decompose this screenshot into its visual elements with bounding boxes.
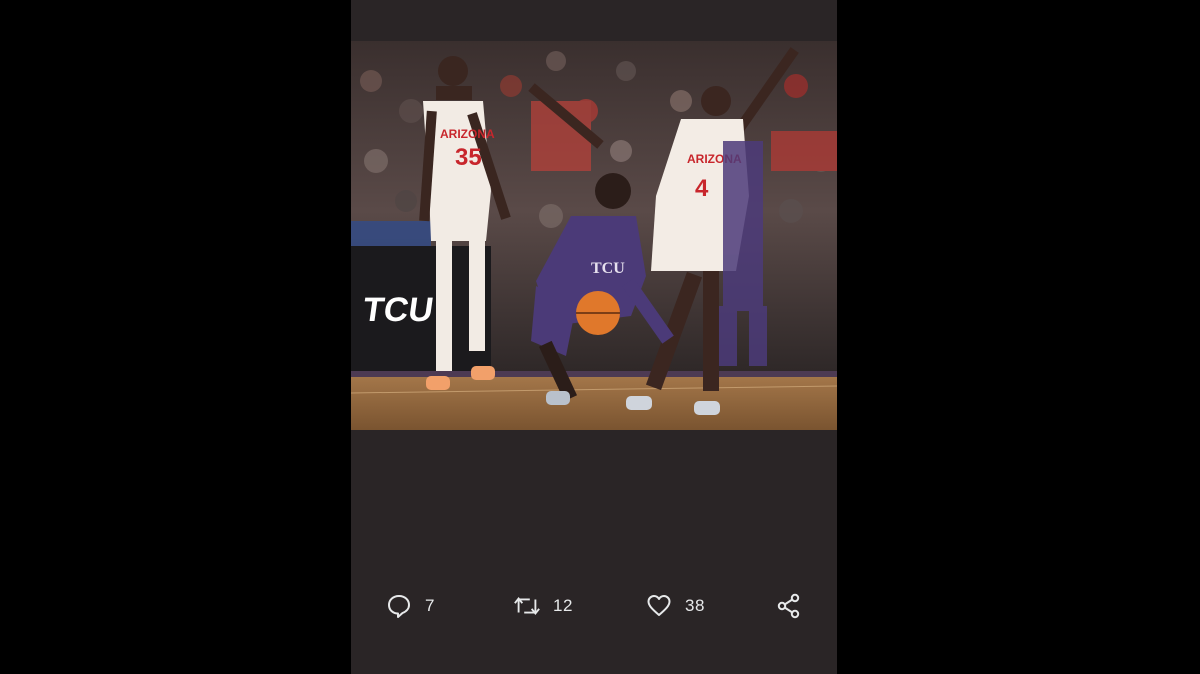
banner-text: TCU (361, 291, 436, 329)
post-action-bar: 7 12 38 (351, 588, 837, 624)
post-photo[interactable]: TCU ARIZONA 35 ARIZONA 4 TCU (351, 41, 837, 430)
reply-icon (385, 592, 413, 620)
retweet-count: 12 (553, 596, 573, 615)
post-viewer: TCU ARIZONA 35 ARIZONA 4 TCU 7 12 38 (351, 0, 837, 674)
share-button[interactable] (775, 588, 803, 624)
heart-icon (645, 592, 673, 620)
reply-count: 7 (425, 596, 435, 615)
like-count: 38 (685, 596, 705, 615)
jersey-35-text: ARIZONA (440, 127, 495, 141)
retweet-button[interactable]: 12 (513, 588, 573, 624)
like-button[interactable]: 38 (645, 588, 705, 624)
share-icon (775, 592, 803, 620)
reply-button[interactable]: 7 (385, 588, 435, 624)
jersey-35-number: 35 (455, 144, 482, 171)
jersey-tcu-text: TCU (591, 260, 625, 277)
jersey-4-number: 4 (695, 175, 709, 202)
retweet-icon (513, 592, 541, 620)
